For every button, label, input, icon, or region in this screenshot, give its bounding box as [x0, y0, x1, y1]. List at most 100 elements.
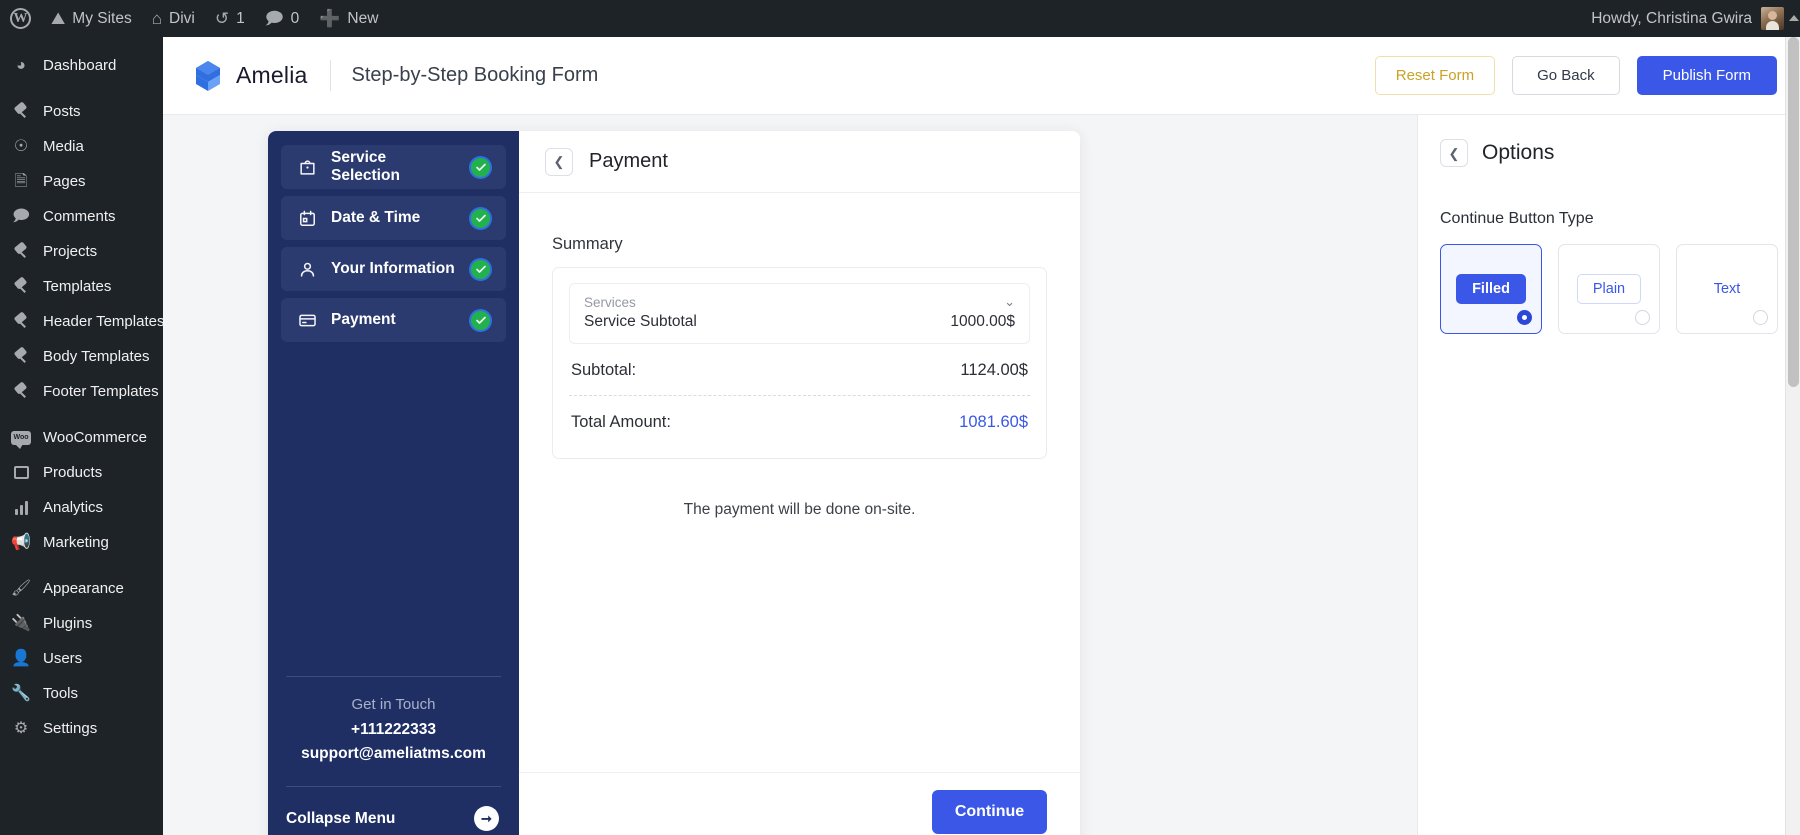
- chevron-down-icon[interactable]: ⌄: [1004, 295, 1015, 308]
- step-label: Date & Time: [331, 209, 421, 226]
- sidebar-item-dashboard[interactable]: ◕ Dashboard: [0, 48, 163, 83]
- step-date-time[interactable]: Date & Time: [281, 196, 506, 240]
- payment-content: Summary ⌄ Services Service Subtotal 1000…: [519, 193, 1080, 772]
- reset-form-button[interactable]: Reset Form: [1374, 56, 1496, 95]
- radio-plain[interactable]: [1635, 310, 1650, 325]
- card-icon: [299, 314, 316, 326]
- plus-icon: ➕: [319, 9, 341, 28]
- amelia-body: Service Selection Date & Time Your Infor…: [163, 115, 1800, 835]
- radio-filled[interactable]: [1517, 310, 1532, 325]
- site-name-menu-item[interactable]: ⌂ Divi: [142, 0, 205, 37]
- tools-icon: 🔧: [11, 684, 31, 702]
- stepper-spacer: [268, 349, 519, 676]
- total-amount-value: 1081.60$: [959, 413, 1028, 431]
- options-header: ❮ Options: [1418, 139, 1800, 167]
- comments-menu-item[interactable]: 🗩 0: [255, 0, 310, 37]
- services-label: Services: [584, 295, 636, 310]
- wp-logo-menu-item[interactable]: W: [0, 0, 41, 37]
- howdy-account-menu[interactable]: Howdy, Christina Gwira: [1583, 7, 1792, 30]
- page-title: Step-by-Step Booking Form: [351, 64, 599, 86]
- sidebar-item-appearance[interactable]: 🖌 Appearance: [0, 571, 163, 606]
- step-completed-badge: [469, 257, 492, 281]
- chevron-left-icon[interactable]: ❮: [1440, 139, 1468, 167]
- sidebar-item-header-templates[interactable]: Header Templates: [0, 304, 163, 339]
- scroll-up-arrow-icon[interactable]: [1789, 15, 1799, 21]
- step-payment[interactable]: Payment: [281, 298, 506, 342]
- sidebar-item-plugins[interactable]: 🔌 Plugins: [0, 606, 163, 641]
- step-service-selection[interactable]: Service Selection: [281, 145, 506, 189]
- continue-button[interactable]: Continue: [932, 790, 1047, 834]
- go-back-button[interactable]: Go Back: [1512, 56, 1620, 95]
- continue-type-filled-option[interactable]: Filled: [1440, 244, 1542, 334]
- step-your-information[interactable]: Your Information: [281, 247, 506, 291]
- sidebar-item-label: Header Templates: [43, 313, 163, 330]
- new-content-menu-item[interactable]: ➕ New: [309, 0, 388, 37]
- sidebar-item-label: WooCommerce: [43, 429, 147, 446]
- wordpress-logo-icon: W: [10, 8, 31, 29]
- sidebar-item-label: Settings: [43, 720, 98, 737]
- step-label: Service Selection: [331, 149, 400, 184]
- options-title: Options: [1482, 141, 1555, 164]
- services-accordion[interactable]: ⌄ Services Service Subtotal 1000.00$: [569, 283, 1030, 344]
- total-amount-label: Total Amount:: [571, 413, 671, 431]
- comments-icon: 🗩: [264, 9, 284, 28]
- payment-header: ❮ Payment: [519, 131, 1080, 193]
- sidebar-item-tools[interactable]: 🔧 Tools: [0, 676, 163, 711]
- check-icon: [475, 316, 486, 324]
- page-scrollbar[interactable]: [1785, 15, 1800, 835]
- avatar: [1761, 7, 1784, 30]
- settings-icon: ⚙: [13, 719, 29, 737]
- updates-menu-item[interactable]: ↺ 1: [205, 0, 255, 37]
- user-icon: [300, 262, 315, 277]
- summary-title: Summary: [552, 235, 623, 253]
- sidebar-item-body-templates[interactable]: Body Templates: [0, 339, 163, 374]
- pages-icon: 🗎: [14, 172, 28, 190]
- publish-form-button[interactable]: Publish Form: [1636, 56, 1777, 95]
- amelia-app: Amelia Step-by-Step Booking Form Reset F…: [163, 37, 1800, 835]
- payment-footer: Continue: [519, 772, 1080, 835]
- my-sites-label: My Sites: [72, 9, 132, 27]
- continue-type-text-option[interactable]: Text: [1676, 244, 1778, 334]
- site-name-label: Divi: [169, 9, 195, 27]
- radio-text[interactable]: [1753, 310, 1768, 325]
- sidebar-item-woocommerce[interactable]: Woo WooCommerce: [0, 420, 163, 455]
- payment-title: Payment: [589, 150, 668, 172]
- sidebar-item-users[interactable]: 👤 Users: [0, 641, 163, 676]
- sidebar-item-footer-templates[interactable]: Footer Templates: [0, 374, 163, 409]
- arrow-right-icon[interactable]: ➞: [474, 806, 499, 831]
- sidebar-item-analytics[interactable]: Analytics: [0, 490, 163, 525]
- sites-icon: ⛰: [51, 9, 66, 28]
- pin-icon: [11, 383, 31, 400]
- sidebar-item-comments[interactable]: 🗩 Comments: [0, 199, 163, 234]
- check-icon: [475, 265, 486, 273]
- scrollbar-thumb[interactable]: [1788, 37, 1799, 387]
- sidebar-item-label: Tools: [43, 685, 79, 702]
- sidebar-item-products[interactable]: Products: [0, 455, 163, 490]
- bag-icon: [300, 159, 315, 175]
- pin-icon: [11, 103, 31, 120]
- pin-icon: [11, 243, 31, 260]
- sidebar-item-label: Users: [43, 650, 83, 667]
- sidebar-item-label: Comments: [43, 208, 116, 225]
- collapse-menu-row[interactable]: Collapse Menu ➞: [268, 787, 519, 835]
- sidebar-item-media[interactable]: ☉ Media: [0, 129, 163, 164]
- chevron-left-icon[interactable]: ❮: [545, 147, 573, 176]
- contact-phone[interactable]: +111222333: [268, 721, 519, 739]
- sidebar-item-posts[interactable]: Posts: [0, 94, 163, 129]
- sidebar-item-label: Footer Templates: [43, 383, 159, 400]
- sidebar-item-projects[interactable]: Projects: [0, 234, 163, 269]
- sidebar-item-settings[interactable]: ⚙ Settings: [0, 711, 163, 746]
- sidebar-item-label: Media: [43, 138, 84, 155]
- sidebar-item-label: Marketing: [43, 534, 109, 551]
- sidebar-item-pages[interactable]: 🗎 Pages: [0, 164, 163, 199]
- contact-email[interactable]: support@ameliatms.com: [268, 745, 519, 763]
- onsite-payment-note: The payment will be done on-site.: [683, 501, 916, 518]
- continue-type-plain-option[interactable]: Plain: [1558, 244, 1660, 334]
- updates-count: 1: [236, 9, 245, 27]
- step-completed-badge: [469, 206, 492, 230]
- continue-type-filled-label: Filled: [1456, 274, 1526, 304]
- my-sites-menu-item[interactable]: ⛰ My Sites: [41, 0, 142, 37]
- sidebar-item-marketing[interactable]: 📢 Marketing: [0, 525, 163, 560]
- sidebar-item-label: Dashboard: [43, 57, 117, 74]
- sidebar-item-templates[interactable]: Templates: [0, 269, 163, 304]
